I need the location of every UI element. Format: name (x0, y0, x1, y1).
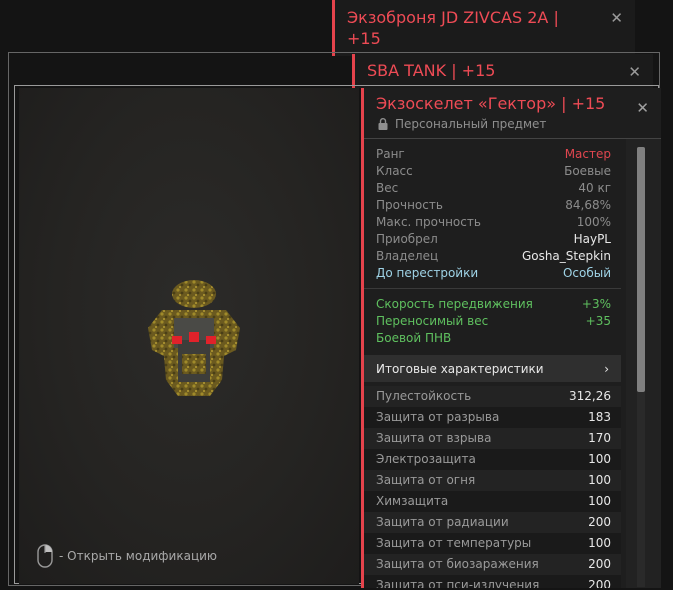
info-value: Особый (562, 266, 611, 280)
info-value: Gosha_Stepkin (521, 249, 611, 263)
info-row: Владелец Gosha_Stepkin (364, 248, 621, 265)
tooltip-exo-jd-zivcas: Экзоброня JD ZIVCAS 2A | +15 ✕ (332, 0, 635, 56)
personal-item-text: Персональный предмет (395, 117, 547, 131)
info-value: 84,68% (565, 198, 611, 212)
bonus-row: Переносимый вес +35 (364, 313, 621, 330)
stat-row: Пулестойкость 312,26 (364, 386, 621, 407)
stat-label: Защита от разрыва (376, 410, 500, 424)
bonus-label: Переносимый вес (376, 314, 489, 328)
stat-value: 100 (588, 452, 611, 466)
close-icon[interactable]: ✕ (636, 99, 649, 117)
info-value: 100% (576, 215, 611, 229)
bonus-section: Скорость передвижения +3% Переносимый вес +… (364, 289, 621, 355)
bonus-label: Боевой ПНВ (376, 331, 452, 345)
chevron-right-icon: › (604, 361, 609, 376)
info-label: Ранг (376, 147, 405, 161)
item-tooltip-panel: Экзоскелет «Гектор» | +15 ✕ Персональный… (361, 88, 661, 588)
item-viewer[interactable]: - Открыть модификацию (19, 88, 359, 584)
stat-row: Защита от радиации 200 (364, 512, 621, 533)
stat-value: 312,26 (569, 389, 611, 403)
panel-content: Ранг Мастер Класс Боевые Вес 40 кг Прочность 84… (364, 139, 621, 588)
stat-label: Защита от огня (376, 473, 476, 487)
info-label: Приобрел (376, 232, 438, 246)
info-row: Макс. прочность 100% (364, 214, 621, 231)
scroll-thumb[interactable] (637, 147, 645, 392)
summary-characteristics-button[interactable]: Итоговые характеристики › (364, 355, 621, 382)
stat-value: 170 (588, 431, 611, 445)
stats-section: Пулестойкость 312,26 Защита от разрыва 183 З… (364, 382, 621, 588)
panel-header: Экзоскелет «Гектор» | +15 ✕ Персональный… (364, 88, 661, 139)
stat-row: Электрозащита 100 (364, 449, 621, 470)
info-section: Ранг Мастер Класс Боевые Вес 40 кг Прочность 84… (364, 139, 621, 289)
scrollbar[interactable] (626, 139, 661, 588)
info-row: Вес 40 кг (364, 180, 621, 197)
stat-row: Защита от пси-излучения 200 (364, 575, 621, 588)
stat-label: Защита от радиации (376, 515, 509, 529)
stat-label: Химзащита (376, 494, 449, 508)
info-value: HayPL (573, 232, 611, 246)
stat-value: 100 (588, 536, 611, 550)
info-value: Мастер (564, 147, 611, 161)
stat-row: Защита от температуры 100 (364, 533, 621, 554)
mouse-icon (37, 544, 53, 568)
summary-label: Итоговые характеристики (376, 361, 544, 376)
info-label: Владелец (376, 249, 439, 263)
lock-icon (378, 118, 388, 130)
info-label: Макс. прочность (376, 215, 481, 229)
info-label: Вес (376, 181, 399, 195)
scroll-track[interactable] (637, 147, 645, 587)
stat-value: 200 (588, 515, 611, 529)
stat-label: Электрозащита (376, 452, 476, 466)
stat-value: 100 (588, 494, 611, 508)
stat-value: 200 (588, 578, 611, 588)
stat-label: Защита от взрыва (376, 431, 492, 445)
stat-value: 100 (588, 473, 611, 487)
bonus-row: Скорость передвижения +3% (364, 296, 621, 313)
bonus-value: +35 (585, 314, 611, 328)
info-row: Класс Боевые (364, 163, 621, 180)
info-row: Приобрел HayPL (364, 231, 621, 248)
item-title: Экзоскелет «Гектор» | +15 (376, 94, 606, 113)
stat-value: 183 (588, 410, 611, 424)
stat-row: Защита от огня 100 (364, 470, 621, 491)
info-value: Боевые (564, 164, 611, 178)
info-label: Класс (376, 164, 413, 178)
info-label: Прочность (376, 198, 443, 212)
info-row: До перестройки Особый (364, 265, 621, 282)
bonus-value: +3% (581, 297, 611, 311)
exoskeleton-model (148, 280, 240, 396)
info-value: 40 кг (578, 181, 611, 195)
tooltip-title: Экзоброня JD ZIVCAS 2A | +15 (347, 8, 559, 48)
bonus-label: Скорость передвижения (376, 297, 533, 311)
bonus-row: Боевой ПНВ (364, 330, 621, 347)
stat-value: 200 (588, 557, 611, 571)
stat-row: Защита от разрыва 183 (364, 407, 621, 428)
stat-label: Защита от пси-излучения (376, 578, 540, 588)
info-label: До перестройки (376, 266, 479, 280)
close-icon[interactable]: ✕ (610, 11, 623, 26)
info-row: Прочность 84,68% (364, 197, 621, 214)
mod-hint-text: - Открыть модификацию (59, 549, 218, 563)
info-row: Ранг Мастер (364, 146, 621, 163)
stat-label: Защита от биозаражения (376, 557, 539, 571)
stat-row: Защита от биозаражения 200 (364, 554, 621, 575)
open-modification-hint: - Открыть модификацию (37, 544, 217, 568)
stat-row: Химзащита 100 (364, 491, 621, 512)
stat-row: Защита от взрыва 170 (364, 428, 621, 449)
personal-item-label: Персональный предмет (378, 117, 546, 131)
stat-label: Пулестойкость (376, 389, 472, 403)
stat-label: Защита от температуры (376, 536, 532, 550)
